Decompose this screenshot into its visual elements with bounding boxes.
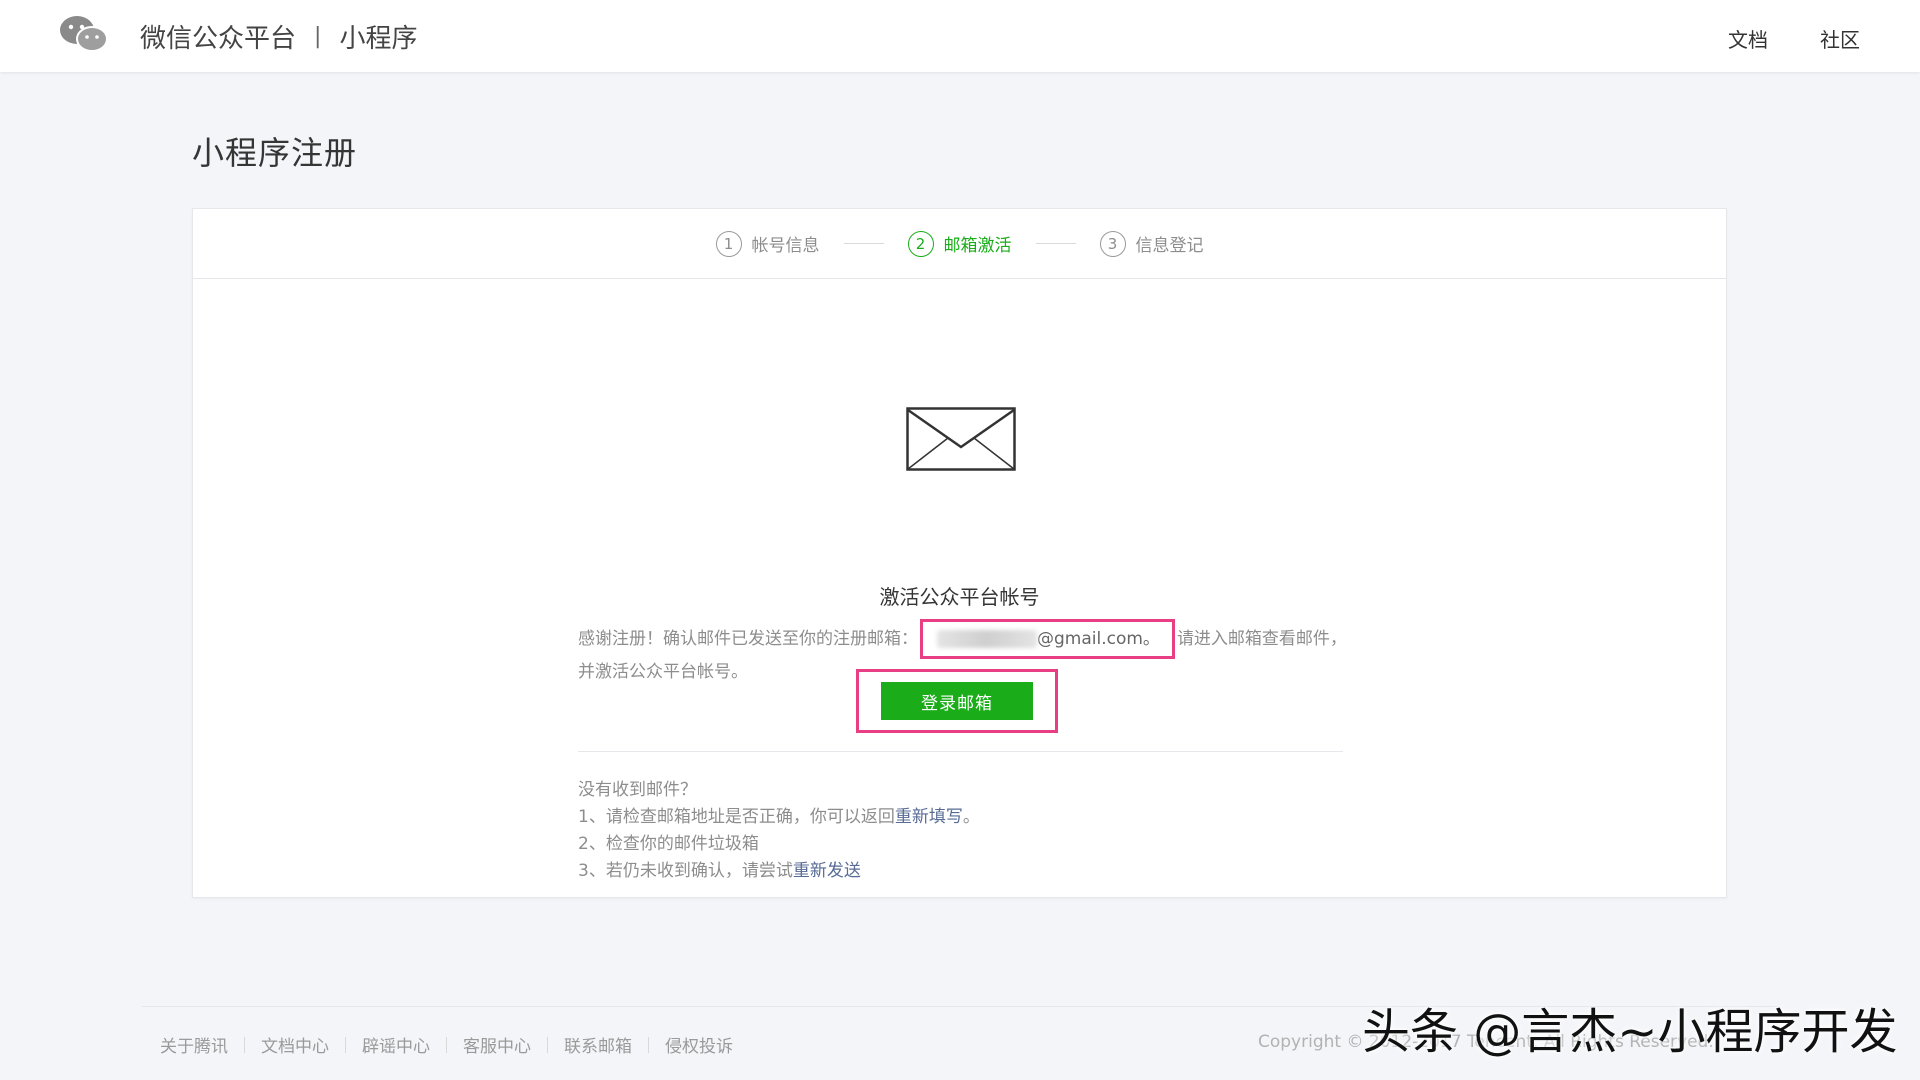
- activation-title: 激活公众平台帐号: [879, 585, 1040, 609]
- docs-link[interactable]: 文档: [1728, 24, 1768, 53]
- footer-separator: [446, 1036, 447, 1053]
- footer-separator: [345, 1036, 346, 1053]
- footer-link-about[interactable]: 关于腾讯: [160, 1032, 228, 1057]
- brand-separator: |: [314, 24, 322, 49]
- help-item-end: 。: [962, 807, 980, 827]
- brand-name: 微信公众平台: [140, 24, 297, 54]
- page-title: 小程序注册: [192, 134, 358, 172]
- email-domain: @gmail.com。: [1037, 629, 1160, 649]
- help-item-3: 3、若仍未收到确认，请尝试重新发送: [578, 858, 1343, 885]
- product-name: 小程序: [339, 24, 418, 54]
- step-email-activation: 2 邮箱激活: [907, 230, 1012, 257]
- step-info-registration: 3 信息登记: [1099, 230, 1204, 257]
- desc-before-email: 感谢注册！确认邮件已发送至你的注册邮箱：: [578, 629, 918, 649]
- top-nav: 文档 社区: [1676, 24, 1860, 53]
- login-button-highlight: 登录邮箱: [856, 669, 1058, 733]
- divider: [578, 751, 1343, 752]
- resend-link[interactable]: 重新发送: [793, 861, 861, 881]
- footer-link-contact[interactable]: 联系邮箱: [564, 1032, 632, 1057]
- registration-panel: 1 帐号信息 2 邮箱激活 3 信息登记 激活公众平台帐号 感谢注册！确认邮件已…: [192, 208, 1727, 898]
- step-connector: [843, 243, 884, 244]
- footer-separator: [547, 1036, 548, 1053]
- step-label: 信息登记: [1135, 236, 1204, 256]
- step-number: 3: [1099, 230, 1126, 257]
- footer-link-infringement[interactable]: 侵权投诉: [665, 1032, 733, 1057]
- step-connector: [1035, 243, 1076, 244]
- help-question: 没有收到邮件？: [578, 780, 697, 800]
- step-account-info: 1 帐号信息: [715, 230, 820, 257]
- community-link[interactable]: 社区: [1820, 24, 1860, 53]
- footer-separator: [244, 1036, 245, 1053]
- top-bar: 微信公众平台 | 小程序 文档 社区: [0, 0, 1920, 72]
- help-item-text: 3、若仍未收到确认，请尝试: [578, 861, 793, 881]
- login-mailbox-button[interactable]: 登录邮箱: [881, 682, 1033, 720]
- footer-link-service[interactable]: 客服中心: [463, 1032, 531, 1057]
- email-redacted: [937, 630, 1037, 648]
- brand-title[interactable]: 微信公众平台 | 小程序: [140, 18, 417, 55]
- step-label: 邮箱激活: [943, 236, 1012, 256]
- footer-separator: [648, 1036, 649, 1053]
- activation-content: 激活公众平台帐号 感谢注册！确认邮件已发送至你的注册邮箱： @gmail.com。…: [193, 279, 1726, 899]
- footer-links: 关于腾讯 文档中心 辟谣中心 客服中心 联系邮箱 侵权投诉: [160, 1032, 733, 1057]
- step-number: 1: [715, 230, 742, 257]
- help-item-2: 2、检查你的邮件垃圾箱: [578, 834, 759, 854]
- footer-link-docs[interactable]: 文档中心: [261, 1032, 329, 1057]
- step-number: 2: [907, 230, 934, 257]
- watermark: 头条 @言杰~小程序开发: [1362, 1004, 1898, 1060]
- help-section: 没有收到邮件？ 1、请检查邮箱地址是否正确，你可以返回重新填写。 2、检查你的邮…: [578, 777, 1343, 885]
- envelope-icon: [906, 407, 1016, 471]
- help-item-1: 1、请检查邮箱地址是否正确，你可以返回重新填写。: [578, 804, 1343, 831]
- step-indicator: 1 帐号信息 2 邮箱激活 3 信息登记: [193, 209, 1726, 279]
- footer-link-rumor[interactable]: 辟谣中心: [362, 1032, 430, 1057]
- email-highlight: @gmail.com。: [920, 619, 1175, 659]
- help-item-text: 1、请检查邮箱地址是否正确，你可以返回: [578, 807, 895, 827]
- step-label: 帐号信息: [751, 236, 820, 256]
- wechat-logo-icon[interactable]: [58, 14, 110, 54]
- refill-link[interactable]: 重新填写: [895, 807, 963, 827]
